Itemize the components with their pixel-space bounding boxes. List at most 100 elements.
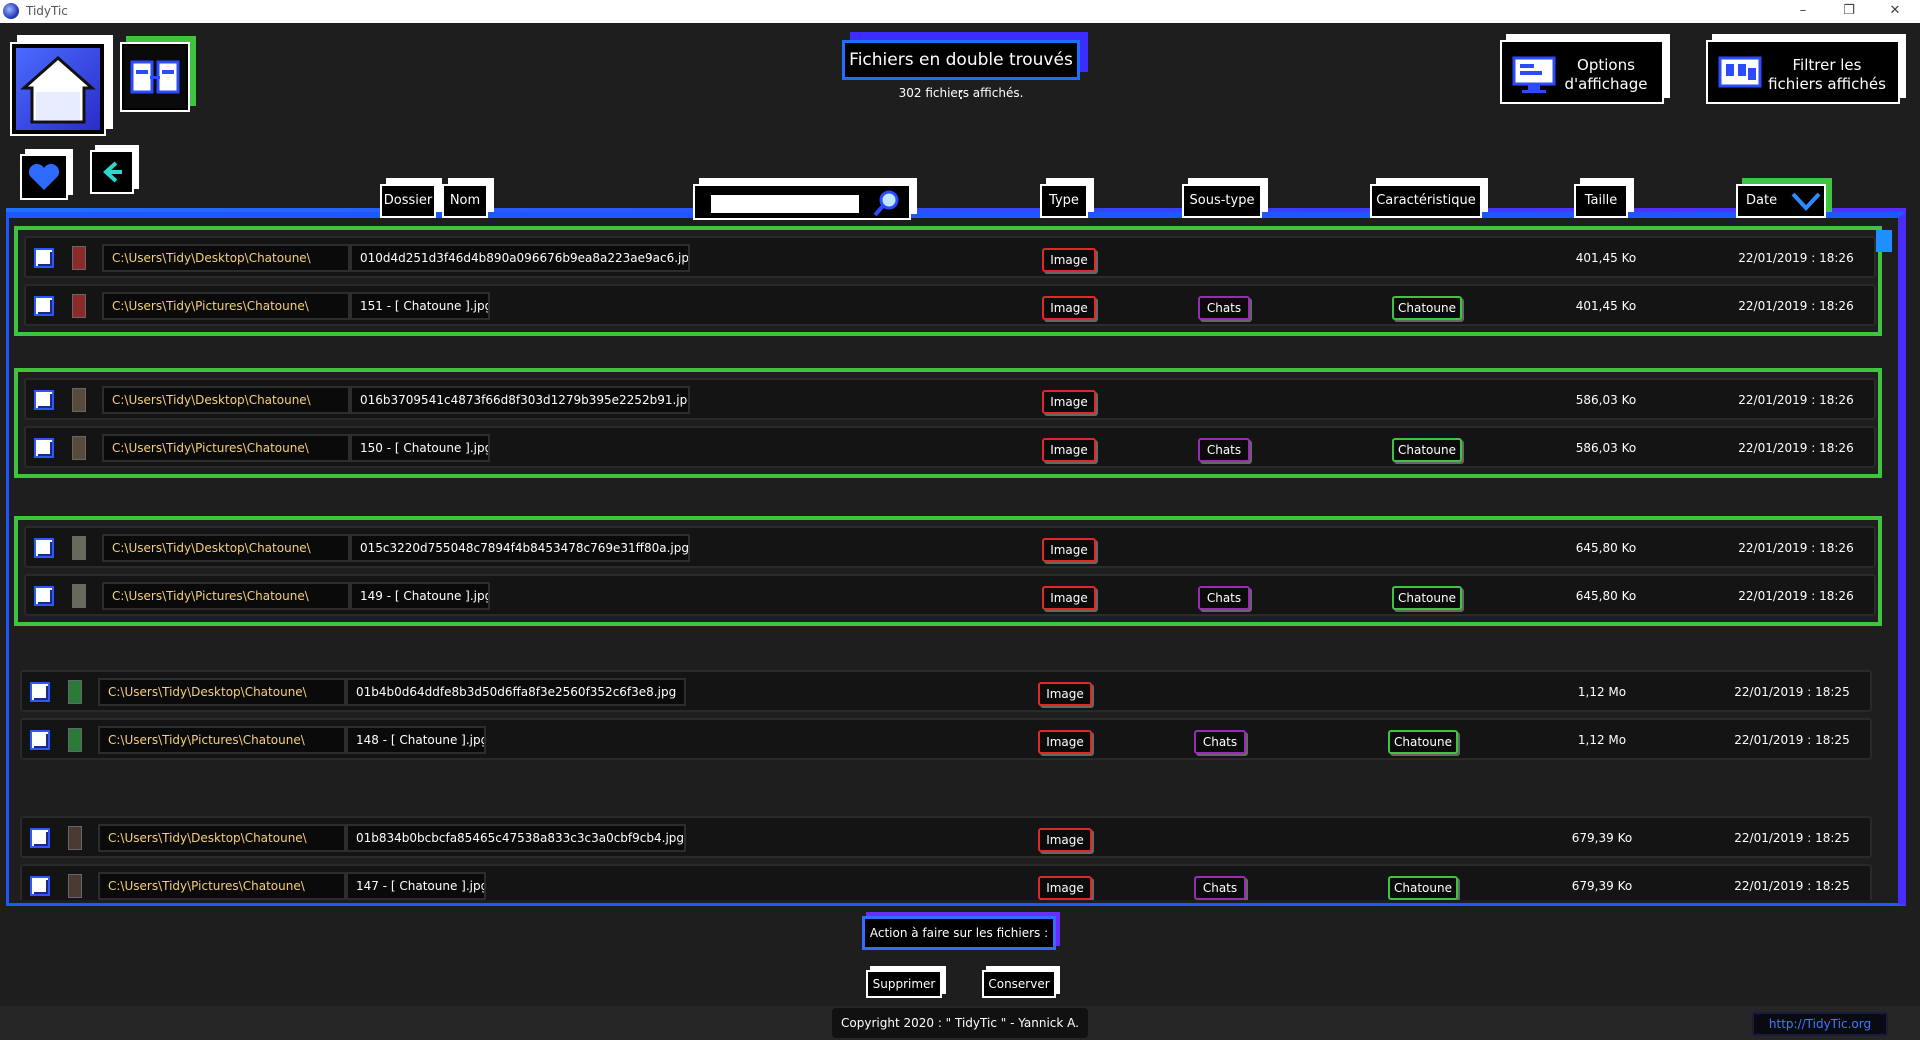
row-checkbox[interactable] [34, 248, 54, 268]
table-row[interactable]: C:\Users\Tidy\Pictures\Chatoune\ 151 - [ … [24, 284, 1876, 326]
subtype-badge[interactable]: Chats [1194, 730, 1246, 754]
row-checkbox[interactable] [34, 390, 54, 410]
duplicate-group: C:\Users\Tidy\Desktop\Chatoune\ 010d4d251… [14, 226, 1882, 336]
file-date: 22/01/2019 : 18:25 [1734, 733, 1850, 747]
row-checkbox[interactable] [30, 828, 50, 848]
file-path: C:\Users\Tidy\Pictures\Chatoune\ [102, 582, 350, 610]
row-checkbox[interactable] [30, 730, 50, 750]
website-link[interactable]: http://TidyTic.org [1752, 1012, 1888, 1036]
duplicate-group: C:\Users\Tidy\Desktop\Chatoune\ 01b4b0d64… [14, 664, 1882, 774]
file-size: 645,80 Ko [1575, 589, 1637, 603]
characteristic-badge[interactable]: Chatoune [1388, 876, 1458, 900]
subtype-badge[interactable]: Chats [1198, 296, 1250, 320]
file-path: C:\Users\Tidy\Pictures\Chatoune\ [98, 726, 346, 754]
file-name: 147 - [ Chatoune ].jpg [346, 872, 486, 900]
file-name: 149 - [ Chatoune ].jpg [350, 582, 490, 610]
thumbnail-image [72, 388, 86, 412]
file-path: C:\Users\Tidy\Desktop\Chatoune\ [98, 678, 346, 706]
file-name: 01b4b0d64ddfe8b3d50d6ffa8f3e2560f352c6f3… [346, 678, 686, 706]
type-badge[interactable]: Image [1038, 682, 1092, 706]
file-size: 1,12 Mo [1577, 733, 1627, 747]
file-path: C:\Users\Tidy\Desktop\Chatoune\ [102, 534, 350, 562]
row-checkbox[interactable] [30, 682, 50, 702]
thumbnail-image [72, 436, 86, 460]
file-date: 22/01/2019 : 18:25 [1734, 831, 1850, 845]
characteristic-badge[interactable]: Chatoune [1392, 438, 1462, 462]
file-date: 22/01/2019 : 18:26 [1738, 541, 1854, 555]
copyright: Copyright 2020 : " TidyTic " - Yannick A… [832, 1008, 1088, 1038]
type-badge[interactable]: Image [1042, 296, 1096, 320]
table-row[interactable]: C:\Users\Tidy\Pictures\Chatoune\ 150 - [ … [24, 426, 1876, 468]
type-badge[interactable]: Image [1038, 730, 1092, 754]
file-date: 22/01/2019 : 18:26 [1738, 299, 1854, 313]
table-row[interactable]: C:\Users\Tidy\Desktop\Chatoune\ 01b834b0b… [20, 816, 1872, 858]
type-badge[interactable]: Image [1042, 248, 1096, 272]
type-badge[interactable]: Image [1042, 390, 1096, 414]
duplicate-group: C:\Users\Tidy\Desktop\Chatoune\ 01b834b0b… [14, 810, 1882, 900]
thumbnail-image [72, 294, 86, 318]
file-size: 586,03 Ko [1575, 441, 1637, 455]
file-path: C:\Users\Tidy\Pictures\Chatoune\ [102, 292, 350, 320]
file-name: 148 - [ Chatoune ].jpg [346, 726, 486, 754]
thumbnail-image [68, 874, 82, 898]
type-badge[interactable]: Image [1042, 538, 1096, 562]
thumbnail-image [72, 246, 86, 270]
characteristic-badge[interactable]: Chatoune [1392, 586, 1462, 610]
characteristic-badge[interactable]: Chatoune [1388, 730, 1458, 754]
file-path: C:\Users\Tidy\Desktop\Chatoune\ [102, 386, 350, 414]
file-size: 679,39 Ko [1571, 831, 1633, 845]
file-name: 01b834b0bcbcfa85465c47538a833c3c3a0cbf9c… [346, 824, 686, 852]
file-size: 1,12 Mo [1577, 685, 1627, 699]
delete-button[interactable]: Supprimer [866, 970, 942, 998]
file-size: 586,03 Ko [1575, 393, 1637, 407]
subtype-badge[interactable]: Chats [1194, 876, 1246, 900]
keep-button[interactable]: Conserver [982, 970, 1056, 998]
action-title: Action à faire sur les fichiers : [862, 916, 1056, 950]
subtype-badge[interactable]: Chats [1198, 438, 1250, 462]
scrollbar-thumb[interactable] [1876, 230, 1892, 252]
table-row[interactable]: C:\Users\Tidy\Desktop\Chatoune\ 016b37095… [24, 378, 1876, 420]
file-date: 22/01/2019 : 18:26 [1738, 251, 1854, 265]
thumbnail-image [72, 584, 86, 608]
row-checkbox[interactable] [34, 538, 54, 558]
thumbnail-image [72, 536, 86, 560]
file-name: 010d4d251d3f46d4b890a096676b9ea8a223ae9a… [350, 244, 690, 272]
file-path: C:\Users\Tidy\Desktop\Chatoune\ [102, 244, 350, 272]
type-badge[interactable]: Image [1042, 586, 1096, 610]
table-row[interactable]: C:\Users\Tidy\Desktop\Chatoune\ 01b4b0d64… [20, 670, 1872, 712]
file-size: 679,39 Ko [1571, 879, 1633, 893]
file-name: 150 - [ Chatoune ].jpg [350, 434, 490, 462]
thumbnail-image [68, 680, 82, 704]
table-row[interactable]: C:\Users\Tidy\Desktop\Chatoune\ 015c3220d… [24, 526, 1876, 568]
table-row[interactable]: C:\Users\Tidy\Desktop\Chatoune\ 010d4d251… [24, 236, 1876, 278]
file-size: 401,45 Ko [1575, 251, 1637, 265]
table-row[interactable]: C:\Users\Tidy\Pictures\Chatoune\ 147 - [ … [20, 864, 1872, 900]
type-badge[interactable]: Image [1038, 876, 1092, 900]
table-row[interactable]: C:\Users\Tidy\Pictures\Chatoune\ 148 - [ … [20, 718, 1872, 760]
file-date: 22/01/2019 : 18:25 [1734, 685, 1850, 699]
file-date: 22/01/2019 : 18:26 [1738, 441, 1854, 455]
characteristic-badge[interactable]: Chatoune [1392, 296, 1462, 320]
row-checkbox[interactable] [34, 438, 54, 458]
row-checkbox[interactable] [34, 586, 54, 606]
row-checkbox[interactable] [30, 876, 50, 896]
row-checkbox[interactable] [34, 296, 54, 316]
duplicate-group: C:\Users\Tidy\Desktop\Chatoune\ 016b37095… [14, 368, 1882, 478]
file-date: 22/01/2019 : 18:26 [1738, 589, 1854, 603]
table-row[interactable]: C:\Users\Tidy\Pictures\Chatoune\ 149 - [ … [24, 574, 1876, 616]
file-path: C:\Users\Tidy\Pictures\Chatoune\ [102, 434, 350, 462]
file-name: 015c3220d755048c7894f4b8453478c769e31ff8… [350, 534, 690, 562]
rows-container: C:\Users\Tidy\Desktop\Chatoune\ 010d4d251… [0, 0, 1920, 900]
file-path: C:\Users\Tidy\Desktop\Chatoune\ [98, 824, 346, 852]
duplicate-group: C:\Users\Tidy\Desktop\Chatoune\ 015c3220d… [14, 516, 1882, 626]
file-size: 401,45 Ko [1575, 299, 1637, 313]
type-badge[interactable]: Image [1038, 828, 1092, 852]
thumbnail-image [68, 826, 82, 850]
file-path: C:\Users\Tidy\Pictures\Chatoune\ [98, 872, 346, 900]
subtype-badge[interactable]: Chats [1198, 586, 1250, 610]
thumbnail-image [68, 728, 82, 752]
file-date: 22/01/2019 : 18:25 [1734, 879, 1850, 893]
file-name: 016b3709541c4873f66d8f303d1279b395e2252b… [350, 386, 690, 414]
file-name: 151 - [ Chatoune ].jpg [350, 292, 490, 320]
type-badge[interactable]: Image [1042, 438, 1096, 462]
